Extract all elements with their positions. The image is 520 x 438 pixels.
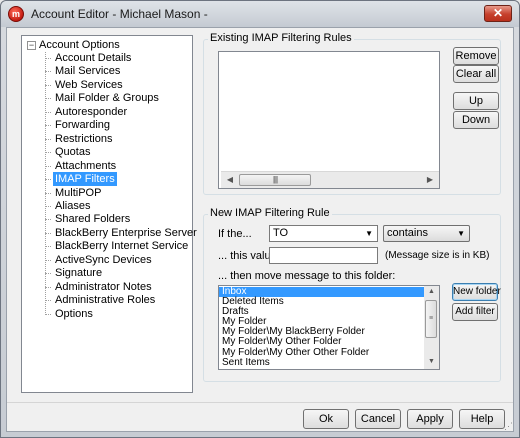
folder-list[interactable]: Inbox Deleted Items Drafts My Folder My Fold… [218, 285, 440, 370]
account-editor-window: m Account Editor - Michael Mason - ✕ − A… [0, 0, 520, 438]
tree-item-label: IMAP Filters [53, 172, 117, 187]
apply-button[interactable]: Apply [407, 409, 453, 429]
scroll-left-icon[interactable]: ◀ [222, 172, 238, 188]
scrollbar-thumb[interactable]: |||| [239, 174, 311, 186]
tree-connector-line [45, 313, 51, 315]
tree-item-label: Web Services [55, 78, 123, 91]
up-button[interactable]: Up [453, 92, 499, 110]
if-the-label: If the... [218, 228, 252, 240]
footer-separator [7, 402, 513, 403]
tree-item-label: Signature [55, 267, 103, 280]
tree-item-label: Shared Folders [55, 213, 131, 226]
tree-connector-line [45, 273, 51, 275]
existing-rules-group-label: Existing IMAP Filtering Rules [208, 32, 354, 44]
header-field-value: TO [273, 227, 289, 239]
filter-value-input[interactable] [269, 247, 378, 264]
tree-root-label[interactable]: Account Options [39, 39, 120, 51]
existing-rules-list[interactable] [218, 51, 440, 189]
tree-item-label: Mail Folder & Groups [55, 92, 159, 105]
tree-connector-line [45, 84, 51, 86]
close-button[interactable]: ✕ [484, 5, 512, 22]
tree-item-label: Attachments [55, 159, 117, 172]
tree-item-label: Administrative Roles [55, 294, 156, 307]
help-button[interactable]: Help [459, 409, 505, 429]
tree-connector-line [45, 71, 51, 73]
tree-item-label: Mail Services [55, 65, 121, 78]
tree-connector-line [45, 219, 51, 221]
operator-value: contains [387, 227, 428, 239]
tree-item-label: Account Details [55, 52, 132, 64]
resize-grip-icon[interactable]: ⋰ [504, 421, 513, 432]
tree-item-label: Forwarding [55, 119, 111, 132]
tree-connector-line [45, 98, 51, 100]
tree-item-label: Quotas [55, 146, 91, 159]
folder-list-item[interactable]: Deleted Items [219, 297, 425, 307]
title-bar[interactable]: m Account Editor - Michael Mason - ✕ [1, 1, 519, 27]
tree-item-label: ActiveSync Devices [55, 253, 152, 266]
tree-connector-line [45, 58, 51, 59]
folder-vertical-scrollbar[interactable]: ▲ ≡ ▼ [424, 286, 439, 369]
scroll-right-icon[interactable]: ▶ [422, 172, 438, 188]
tree-item-label: Administrator Notes [55, 280, 152, 293]
tree-item-label: Options [55, 307, 93, 320]
clear-all-button[interactable]: Clear all [453, 65, 499, 83]
scroll-up-icon[interactable]: ▲ [424, 286, 439, 298]
remove-button[interactable]: Remove [453, 47, 499, 65]
tree-connector-line [45, 138, 51, 140]
tree-connector-line [45, 246, 51, 248]
folder-list-item[interactable]: Sent Items [219, 357, 425, 368]
tree-item-label: Restrictions [55, 132, 113, 145]
rules-horizontal-scrollbar[interactable]: ◀ |||| ▶ [221, 171, 439, 188]
size-note: (Message size is in KB) [385, 250, 490, 261]
tree-item-label: Aliases [55, 199, 91, 212]
move-to-folder-label: ... then move message to this folder: [218, 270, 396, 282]
tree-connector-line [45, 286, 51, 288]
tree-connector-line [45, 152, 51, 154]
chevron-down-icon: ▼ [365, 229, 373, 238]
tree-connector-line [45, 192, 51, 194]
scrollbar-thumb[interactable]: ≡ [425, 300, 437, 338]
tree-item-label: MultiPOP [55, 186, 102, 199]
cancel-button[interactable]: Cancel [355, 409, 401, 429]
tree-connector-line [45, 52, 46, 315]
app-logo-icon: m [8, 6, 24, 22]
header-field-select[interactable]: TO ▼ [269, 225, 378, 242]
tree-item-label: Autoresponder [55, 105, 128, 118]
chevron-down-icon: ▼ [457, 229, 465, 238]
tree-connector-line [45, 111, 51, 113]
tree-item-label: BlackBerry Internet Service [55, 240, 189, 253]
down-button[interactable]: Down [453, 111, 499, 129]
collapse-toggle-icon[interactable]: − [27, 41, 36, 50]
tree-connector-line [45, 125, 51, 127]
tree-connector-line [45, 300, 51, 302]
scroll-down-icon[interactable]: ▼ [424, 356, 439, 368]
operator-select[interactable]: contains ▼ [383, 225, 470, 242]
ok-button[interactable]: Ok [303, 409, 349, 429]
account-options-tree[interactable]: − Account Options Account Details Mail Se… [21, 35, 197, 393]
tree-connector-line [45, 259, 51, 261]
new-rule-group-label: New IMAP Filtering Rule [208, 207, 332, 219]
tree-connector-line [45, 165, 51, 167]
tree-item-label: BlackBerry Enterprise Server [55, 226, 197, 239]
tree-connector-line [45, 205, 51, 207]
add-filter-button[interactable]: Add filter [452, 303, 498, 321]
new-folder-button[interactable]: New folder [452, 283, 501, 301]
window-title: Account Editor - Michael Mason - [31, 7, 208, 21]
tree-connector-line [45, 232, 51, 234]
tree-connector-line [45, 179, 51, 181]
